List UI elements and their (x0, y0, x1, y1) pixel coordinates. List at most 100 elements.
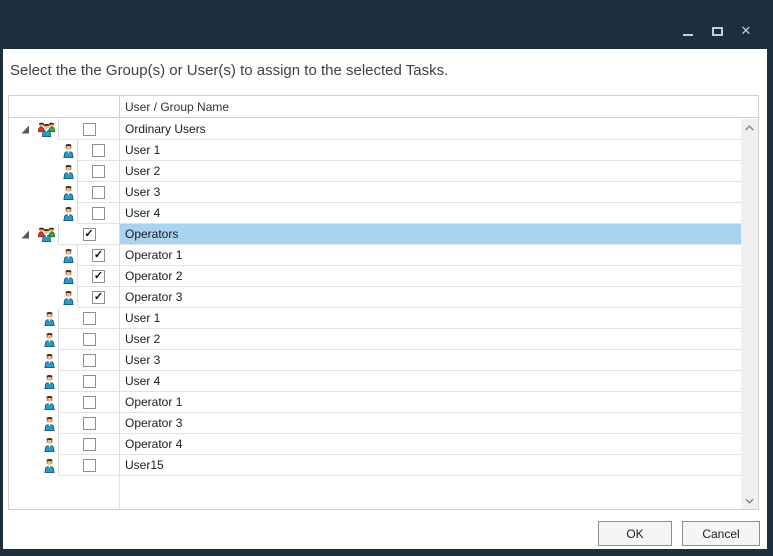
row-checkbox[interactable]: ✓ (92, 144, 105, 157)
row-checkbox[interactable]: ✓ (83, 375, 96, 388)
tree-cell (9, 182, 77, 203)
row-label[interactable]: Operator 1 (119, 392, 741, 413)
checkbox-cell[interactable]: ✓ (58, 224, 119, 245)
row-label[interactable]: Operator 2 (119, 266, 741, 287)
row-checkbox[interactable]: ✓ (83, 333, 96, 346)
table-row[interactable]: ✓ User 1 (9, 140, 741, 161)
checkbox-cell[interactable]: ✓ (58, 350, 119, 371)
table-row[interactable]: ✓ User 3 (9, 350, 741, 371)
row-label[interactable]: Operators (119, 224, 741, 245)
row-checkbox[interactable]: ✓ (83, 396, 96, 409)
checkbox-cell[interactable]: ✓ (77, 203, 119, 224)
checkbox-cell[interactable]: ✓ (77, 287, 119, 308)
row-label[interactable]: User 4 (119, 203, 741, 224)
checkbox-cell[interactable]: ✓ (58, 119, 119, 140)
row-checkbox[interactable]: ✓ (83, 438, 96, 451)
user-icon (44, 354, 55, 368)
maximize-icon (712, 27, 723, 36)
icon-slot (38, 227, 55, 242)
row-label[interactable]: User 2 (119, 161, 741, 182)
user-icon (63, 144, 74, 158)
table-row[interactable]: ✓ User 2 (9, 161, 741, 182)
close-button[interactable]: ✕ (739, 24, 753, 38)
checkbox-cell[interactable]: ✓ (77, 161, 119, 182)
row-checkbox[interactable]: ✓ (83, 312, 96, 325)
row-checkbox[interactable]: ✓ (92, 249, 105, 262)
row-checkbox[interactable]: ✓ (92, 270, 105, 283)
row-checkbox[interactable]: ✓ (83, 459, 96, 472)
table-row[interactable]: ✓ User15 (9, 455, 741, 476)
title-bar[interactable]: ✕ (0, 0, 773, 49)
table-row[interactable]: ✓ Ordinary Users (9, 119, 741, 140)
tree-cell (9, 371, 58, 392)
grid-body-wrap: ✓ Ordinary Users ✓ User 1 ✓ User 2 (9, 119, 758, 509)
row-checkbox[interactable]: ✓ (92, 207, 105, 220)
checkbox-cell[interactable]: ✓ (58, 434, 119, 455)
checkbox-cell[interactable]: ✓ (58, 371, 119, 392)
row-checkbox[interactable]: ✓ (83, 417, 96, 430)
row-checkbox[interactable]: ✓ (83, 123, 96, 136)
row-label[interactable]: Ordinary Users (119, 119, 741, 140)
row-label[interactable]: User 1 (119, 308, 741, 329)
table-row[interactable]: ✓ Operator 1 (9, 245, 741, 266)
table-row[interactable]: ✓ User 4 (9, 371, 741, 392)
column-header-user-group-name: User / Group Name (125, 96, 229, 118)
checkbox-cell[interactable]: ✓ (77, 245, 119, 266)
row-label[interactable]: User 3 (119, 182, 741, 203)
dialog-footer: OK Cancel (598, 521, 760, 546)
icon-slot (44, 417, 55, 431)
row-checkbox[interactable]: ✓ (83, 354, 96, 367)
vertical-scrollbar[interactable] (741, 119, 758, 509)
scroll-down-button[interactable] (741, 492, 758, 509)
user-icon (44, 333, 55, 347)
chevron-up-icon (745, 125, 754, 131)
checkbox-cell[interactable]: ✓ (58, 413, 119, 434)
table-row[interactable]: ✓ Operator 2 (9, 266, 741, 287)
icon-slot (44, 375, 55, 389)
checkbox-cell[interactable]: ✓ (58, 308, 119, 329)
row-label[interactable]: Operator 3 (119, 413, 741, 434)
minimize-icon (683, 34, 693, 36)
table-row[interactable]: ✓ User 2 (9, 329, 741, 350)
dialog-window: ✕ Select the the Group(s) or User(s) to … (0, 0, 773, 556)
user-icon (44, 417, 55, 431)
checkbox-cell[interactable]: ✓ (58, 392, 119, 413)
table-row[interactable]: ✓ Operator 1 (9, 392, 741, 413)
table-row[interactable]: ✓ Operator 4 (9, 434, 741, 455)
table-row[interactable]: ✓ Operator 3 (9, 287, 741, 308)
checkbox-cell[interactable]: ✓ (58, 329, 119, 350)
tree-cell (9, 245, 77, 266)
table-row[interactable]: ✓ User 1 (9, 308, 741, 329)
table-row[interactable]: ✓ User 4 (9, 203, 741, 224)
cancel-button[interactable]: Cancel (682, 521, 760, 546)
row-checkbox[interactable]: ✓ (92, 186, 105, 199)
row-label[interactable]: User 1 (119, 140, 741, 161)
scroll-up-button[interactable] (741, 119, 758, 136)
maximize-button[interactable] (710, 24, 724, 38)
table-row[interactable]: ✓ Operator 3 (9, 413, 741, 434)
checkbox-cell[interactable]: ✓ (58, 455, 119, 476)
icon-slot (44, 396, 55, 410)
ok-button[interactable]: OK (598, 521, 672, 546)
expander-icon[interactable] (21, 230, 30, 239)
row-label[interactable]: Operator 3 (119, 287, 741, 308)
user-icon (63, 207, 74, 221)
row-checkbox[interactable]: ✓ (92, 165, 105, 178)
checkbox-cell[interactable]: ✓ (77, 140, 119, 161)
expander-icon[interactable] (21, 125, 30, 134)
row-label[interactable]: User 2 (119, 329, 741, 350)
minimize-button[interactable] (681, 24, 695, 38)
checkbox-cell[interactable]: ✓ (77, 182, 119, 203)
table-row[interactable]: ✓ Operators (9, 224, 741, 245)
checkbox-cell[interactable]: ✓ (77, 266, 119, 287)
icon-slot (63, 144, 74, 158)
icon-slot (63, 270, 74, 284)
row-label[interactable]: Operator 4 (119, 434, 741, 455)
row-checkbox[interactable]: ✓ (92, 291, 105, 304)
row-label[interactable]: Operator 1 (119, 245, 741, 266)
table-row[interactable]: ✓ User 3 (9, 182, 741, 203)
row-label[interactable]: User 3 (119, 350, 741, 371)
row-checkbox[interactable]: ✓ (83, 228, 96, 241)
row-label[interactable]: User 4 (119, 371, 741, 392)
row-label[interactable]: User15 (119, 455, 741, 476)
